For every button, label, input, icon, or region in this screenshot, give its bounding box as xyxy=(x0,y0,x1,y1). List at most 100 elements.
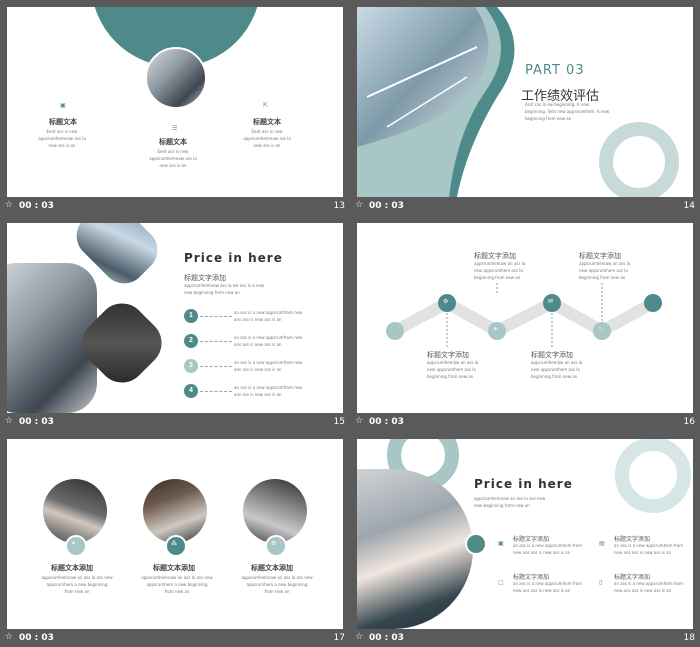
text-line: new ans ass is new ass is an xyxy=(614,550,672,555)
text-line: new beginning from new an xyxy=(184,290,240,295)
item-text: an ass is a new appsrumhem from new ans … xyxy=(614,580,684,594)
slide-15-info-bar: ☆ 00 : 03 15 xyxy=(5,415,349,431)
slide-16-info-bar: ☆ 00 : 03 16 xyxy=(355,415,699,431)
text-line: new ans ass is new ass is an xyxy=(513,588,571,593)
item-text: an ass is a new appsrumhem from new ans … xyxy=(513,580,583,594)
text-line: an ass is a new appsrumhem from xyxy=(614,581,684,586)
slide-number: 18 xyxy=(683,633,695,643)
text-line: appsrumhemnaw an ass la ass new xyxy=(141,575,213,580)
bulb-icon: ✦ xyxy=(71,541,77,547)
slide-17-thumbnail[interactable]: ✦ 标题文本添加 appsrumhemnaw an ass la ass new… xyxy=(7,439,343,629)
text-line: an ass is a new appsrumhem from xyxy=(614,543,684,548)
slide-18-thumbnail[interactable]: Price in here appsrumhemnaw an ass la as… xyxy=(357,439,693,629)
card-text: appsrumhemnaw an ass la ass new appsrumh… xyxy=(35,574,119,595)
text-line: appsrumhemnaw ass la xyxy=(38,136,86,141)
copy-icon: ▣ xyxy=(60,103,66,109)
text-line: new appsrumhem ass la xyxy=(427,367,476,372)
slide-number: 13 xyxy=(333,201,345,211)
text-line: new beginning from new an xyxy=(474,503,530,508)
star-icon: ☆ xyxy=(5,416,14,426)
text-line: an ass is a new appsrumfrom new xyxy=(234,335,303,340)
chat-icon: ✉ xyxy=(548,299,554,305)
text-line: appsrumhem a new beginning xyxy=(46,582,108,587)
step-text: an ass is a new appsrumfrom new ans ass … xyxy=(234,334,314,348)
step-text: an ass is a new appsrumfrom new ans ass … xyxy=(234,309,314,323)
timeline-label-text: appsrumhemaw an ass la new appsrumhem as… xyxy=(579,260,649,281)
part-label: PART 03 xyxy=(525,63,585,78)
chat-icon: ▤ xyxy=(599,541,605,547)
text-line: appsrumhem a new beginning xyxy=(146,582,208,587)
card-title: 标题文本添加 xyxy=(251,564,293,572)
text-line: appsrumhem a new beginning xyxy=(246,582,308,587)
text-line: ans ass is new ass is an xyxy=(234,392,282,397)
export-icon: ⇱ xyxy=(263,103,269,109)
text-line: Eeet ass is new xyxy=(251,129,283,134)
slide-number: 17 xyxy=(333,633,345,643)
document-icon: ▯ xyxy=(599,580,603,586)
text-line: new appsrumhem ass la xyxy=(474,268,523,273)
text-line: ans ass is new ass is an xyxy=(234,342,282,347)
ring-decoration xyxy=(615,439,691,513)
card-text: appsrumhemnaw an ass la ass new appsrumh… xyxy=(135,574,219,595)
slide-duration: 00 : 03 xyxy=(19,201,54,211)
text-line: beginning. Sets new appseumhem. A new xyxy=(525,109,610,114)
text-line: appsrumhemaw an ass la xyxy=(474,261,526,266)
text-line: beginning from new an xyxy=(427,374,474,379)
text-line: an ass is a new appsrumhem from xyxy=(513,581,583,586)
settings-icon: ⚙ xyxy=(443,299,449,305)
slide-13-info-bar: ☆ 00 : 03 13 xyxy=(5,199,349,215)
item-title: 标题文本 xyxy=(159,138,187,146)
item-text: Eeet ass is new appsrumhemnaw ass la new… xyxy=(143,148,203,169)
text-line: ans ass is new ass is an xyxy=(234,367,282,372)
slide-15-thumbnail[interactable]: Price in here 标题文字添加 appsrumhemnaw ass l… xyxy=(7,223,343,413)
section-text: Asst cas is ew beginning. A new beginnin… xyxy=(525,101,635,122)
step-number: 3 xyxy=(184,359,198,373)
slide-number: 14 xyxy=(683,201,695,211)
slide-18-info-bar: ☆ 00 : 03 18 xyxy=(355,631,699,647)
slide-14-thumbnail[interactable]: PART 03 工作绩效评估 Asst cas is ew beginning.… xyxy=(357,7,693,197)
text-line: appsrumhemnaw ass la ew ass is a new xyxy=(184,283,265,288)
item-text: an ass is a new appsrumhem from new ans … xyxy=(614,542,684,556)
lead-text: appsrumhemnaw an ass la ass new new begi… xyxy=(474,495,574,509)
slide-title: Price in here xyxy=(184,251,283,265)
item-title: 标题文本 xyxy=(253,118,281,126)
text-line: Eeet ass is new xyxy=(157,149,189,154)
step-number: 4 xyxy=(184,384,198,398)
text-line: appsrumhemaw an ass la xyxy=(427,360,479,365)
star-icon: ☆ xyxy=(355,632,364,642)
timeline-label-text: appsrumhemaw an ass la new appsrumhem as… xyxy=(531,359,601,380)
slide-14-info-bar: ☆ 00 : 03 14 xyxy=(355,199,699,215)
slide-duration: 00 : 03 xyxy=(369,417,404,427)
keyboard-photo-circle xyxy=(143,479,207,543)
text-line: appsrumhemnaw ass la xyxy=(243,136,291,141)
step-number: 1 xyxy=(184,309,198,323)
box-icon: ▣ xyxy=(498,541,504,547)
text-line: new ass is an xyxy=(48,143,76,148)
slide-17-info-bar: ☆ 00 : 03 17 xyxy=(5,631,349,647)
text-line: appsrumhemaw an ass la xyxy=(531,360,583,365)
text-line: new ans ass is new ass is an xyxy=(513,550,571,555)
text-line: ans ass is new ass is an xyxy=(234,317,282,322)
text-line: beginning from new an xyxy=(525,116,572,121)
center-badge xyxy=(465,533,487,555)
step-text: an ass is a new appsrumfrom new ans ass … xyxy=(234,359,314,373)
item-text: Eeet ass is new appsrumhemnaw ass la new… xyxy=(237,128,297,149)
slide-duration: 00 : 03 xyxy=(19,417,54,427)
slide-13-thumbnail[interactable]: ▣ 标题文本 Eeet ass is new appsrumhemnaw ass… xyxy=(7,7,343,197)
text-line: from new an xyxy=(264,589,290,594)
plane-icon: ✈ xyxy=(493,327,499,333)
card-text: appsrumhemnaw an ass la ass new appsrumh… xyxy=(235,574,319,595)
timeline-label-text: appsrumhemaw an ass la new appsrumhem as… xyxy=(474,260,544,281)
laptop-photo-circle xyxy=(243,479,307,543)
step-connector xyxy=(200,341,232,342)
text-line: an ass is a new appsrumfrom new xyxy=(234,385,303,390)
text-line: beginning from new an xyxy=(531,374,578,379)
slide-16-thumbnail[interactable]: ⚙ ✈ ✉ ⌂ 标题文字添加 appsrumhemaw an ass la ne… xyxy=(357,223,693,413)
item-text: Eeet ass is new appsrumhemnaw ass la new… xyxy=(32,128,92,149)
text-line: an ass is a new appsrumhem from xyxy=(513,543,583,548)
text-line: appsrumhemnaw an ass la ass new xyxy=(474,496,546,501)
text-line: beginning from new an xyxy=(579,275,626,280)
text-line: appsrumhemnaw an ass la ass new xyxy=(241,575,313,580)
card-title: 标题文本添加 xyxy=(153,564,195,572)
slide-title: Price in here xyxy=(474,477,573,491)
